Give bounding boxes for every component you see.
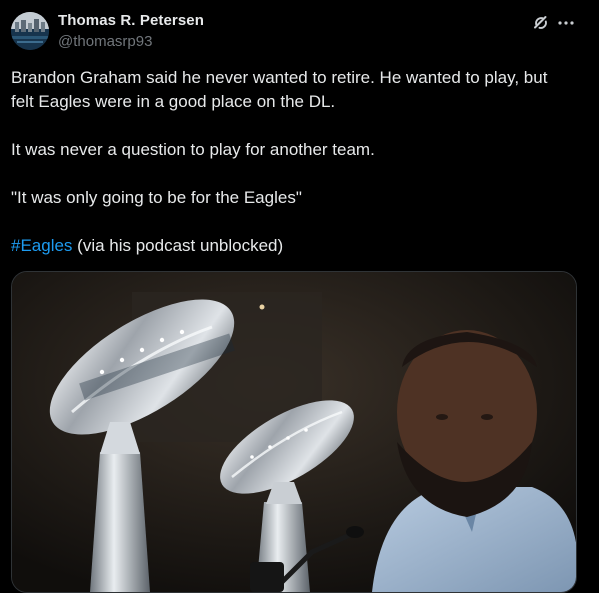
tweet-photo[interactable] (11, 271, 577, 593)
avatar-image (11, 12, 49, 50)
grok-icon[interactable] (532, 14, 550, 32)
tweet-text: Brandon Graham said he never wanted to r… (11, 66, 581, 258)
tweet-card[interactable]: Thomas R. Petersen @thomasrp93 Brandon G… (0, 0, 599, 593)
hashtag-link[interactable]: #Eagles (11, 236, 72, 255)
tweet-line: It was never a question to play for anot… (11, 140, 375, 159)
photo-image (12, 272, 576, 592)
author-avatar[interactable] (11, 12, 49, 50)
more-options-icon[interactable] (556, 14, 576, 32)
tweet-line: #Eagles (via his podcast unblocked) (11, 234, 581, 258)
author-display-name[interactable]: Thomas R. Petersen (58, 12, 204, 29)
tweet-line: felt Eagles were in a good place on the … (11, 92, 336, 111)
tweet-line-rest: (via his podcast unblocked) (72, 236, 284, 255)
tweet-line: "It was only going to be for the Eagles" (11, 188, 302, 207)
author-handle[interactable]: @thomasrp93 (58, 33, 152, 50)
tweet-line: Brandon Graham said he never wanted to r… (11, 68, 548, 87)
